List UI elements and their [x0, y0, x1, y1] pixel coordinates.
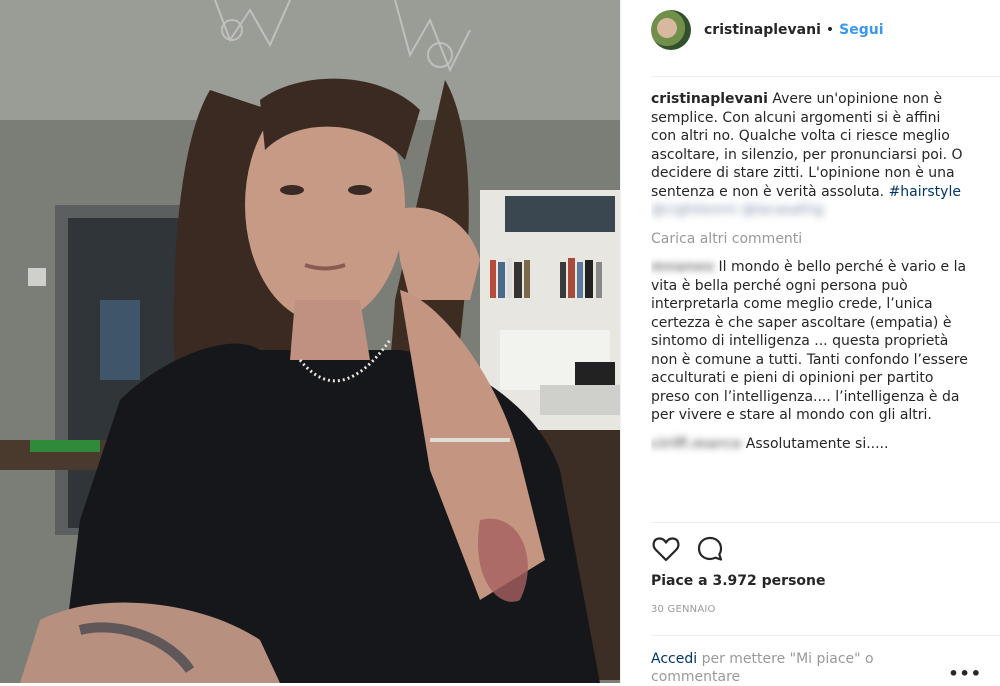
load-more-comments-button[interactable]: Carica altri commenti — [651, 230, 969, 249]
comment-icon[interactable] — [695, 534, 725, 564]
post-date: 30 gennaio — [651, 604, 716, 615]
actions-divider — [651, 522, 1000, 523]
caption-username[interactable]: cristinaplevani — [651, 91, 768, 107]
comment-item: mnaneo Il mondo è bello perché è vario e… — [651, 258, 969, 425]
comment-text: Il mondo è bello perché è vario e la vit… — [651, 259, 968, 423]
blurred-mentions: @cighilonmi @lacasafrig — [651, 202, 824, 218]
post-header: cristinaplevani • Segui — [621, 0, 1000, 60]
follow-button[interactable]: Segui — [839, 22, 883, 38]
login-divider — [651, 635, 1000, 636]
action-bar — [651, 534, 725, 564]
username-link[interactable]: cristinaplevani — [704, 22, 821, 38]
heart-icon[interactable] — [651, 534, 681, 564]
likes-count[interactable]: Piace a 3.972 persone — [651, 573, 826, 589]
more-options-button[interactable]: ••• — [948, 664, 982, 683]
instagram-post: cristinaplevani • Segui cristinaplevani … — [0, 0, 1000, 686]
comment-username[interactable]: mnaneo — [651, 259, 714, 275]
comment-username[interactable]: ciriff.marco — [651, 436, 741, 452]
avatar[interactable] — [651, 10, 691, 50]
post-sidebar: cristinaplevani • Segui cristinaplevani … — [620, 0, 1000, 686]
comment-text: Assolutamente si..... — [745, 435, 889, 452]
comment-item: ciriff.marco Assolutamente si..... — [651, 435, 969, 454]
selfie-image — [0, 0, 620, 683]
header-divider — [651, 76, 1000, 77]
login-prompt: Accedi per mettere "Mi piace" o commenta… — [651, 650, 941, 686]
caption: cristinaplevani Avere un'opinione non è … — [651, 90, 969, 220]
comments-list[interactable]: cristinaplevani Avere un'opinione non è … — [651, 90, 969, 518]
login-link[interactable]: Accedi — [651, 651, 697, 667]
separator-dot: • — [825, 22, 835, 38]
hashtag-link[interactable]: #hairstyle — [889, 184, 961, 200]
post-photo — [0, 0, 620, 683]
